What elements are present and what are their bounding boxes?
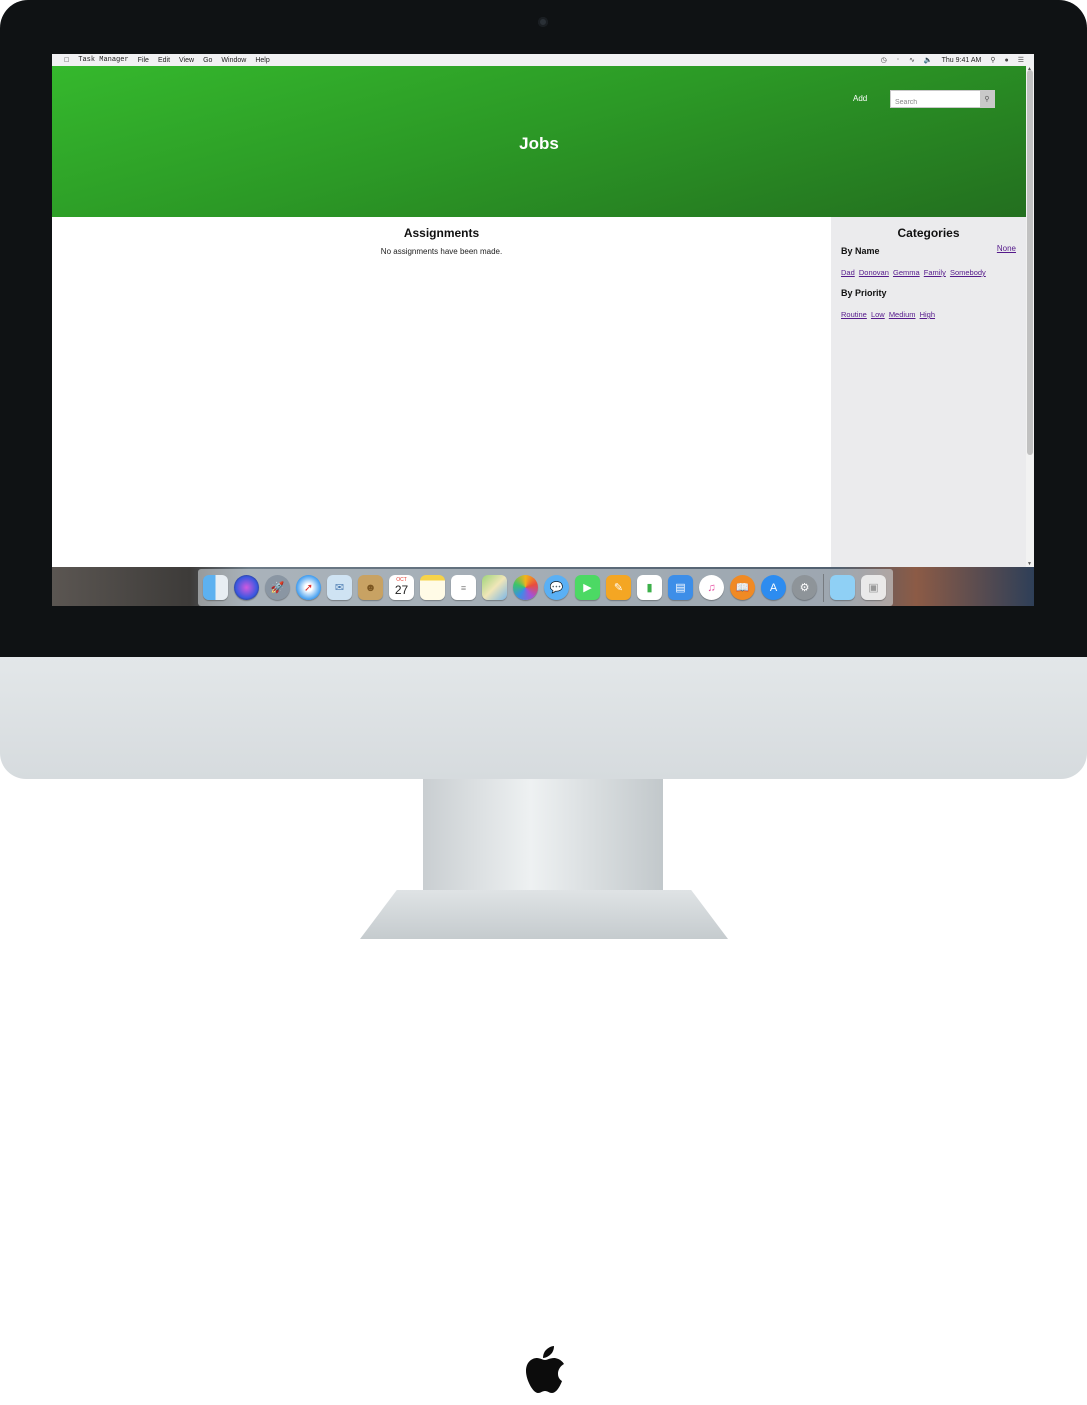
calendar-icon[interactable]: OCT 27 <box>389 575 414 600</box>
siri-menu-icon[interactable]: ● <box>1004 57 1008 64</box>
none-filter-link[interactable]: None <box>997 244 1016 253</box>
imac-stand-foot <box>360 890 728 939</box>
notes-icon[interactable] <box>420 575 445 600</box>
safari-icon[interactable]: ➚ <box>296 575 321 600</box>
screen:  Task Manager File Edit View Go Window … <box>52 54 1034 606</box>
assignments-panel: Assignments No assignments have been mad… <box>52 217 831 567</box>
menu-file[interactable]: File <box>138 57 149 64</box>
search-input[interactable] <box>891 94 981 111</box>
menu-go[interactable]: Go <box>203 57 212 64</box>
keynote-icon[interactable]: ▤ <box>668 575 693 600</box>
imac-chin <box>0 657 1087 1393</box>
empty-message: No assignments have been made. <box>380 247 503 256</box>
page-header: Add ⚲ Jobs <box>52 66 1026 217</box>
name-link-somebody[interactable]: Somebody <box>950 268 986 277</box>
facetime-icon[interactable]: ▶ <box>575 575 600 600</box>
menu-edit[interactable]: Edit <box>158 57 170 64</box>
search-box: ⚲ <box>890 90 995 111</box>
categories-sidebar: Categories None By Name Dad Donovan Gemm… <box>831 217 1026 567</box>
bluetooth-icon[interactable]: ᛫ <box>896 57 900 64</box>
contacts-icon[interactable]: ☻ <box>358 575 383 600</box>
app-store-icon[interactable]: A <box>761 575 786 600</box>
menu-help[interactable]: Help <box>255 57 269 64</box>
name-filter-links: Dad Donovan Gemma Family Somebody <box>841 268 988 277</box>
name-link-dad[interactable]: Dad <box>841 268 855 277</box>
by-name-heading: By Name <box>841 246 880 256</box>
dock-separator <box>823 573 824 602</box>
calendar-day: 27 <box>394 583 409 597</box>
pages-icon[interactable]: ✎ <box>606 575 631 600</box>
priority-filter-links: Routine Low Medium High <box>841 310 937 319</box>
siri-icon[interactable] <box>234 575 259 600</box>
search-icon: ⚲ <box>984 96 990 103</box>
imac-stand <box>423 779 663 899</box>
finder-icon[interactable] <box>203 575 228 600</box>
apple-logo-icon <box>526 1346 564 1393</box>
menu-view[interactable]: View <box>179 57 194 64</box>
messages-icon[interactable]: 💬 <box>544 575 569 600</box>
page-scrollbar[interactable]: ▲ ▼ <box>1026 66 1034 567</box>
add-link[interactable]: Add <box>853 94 867 103</box>
wifi-icon[interactable]: ∿ <box>909 56 915 64</box>
ibooks-icon[interactable]: 📖 <box>730 575 755 600</box>
priority-link-low[interactable]: Low <box>871 310 885 319</box>
page-title: Jobs <box>519 134 559 153</box>
by-priority-heading: By Priority <box>841 288 887 298</box>
maps-icon[interactable] <box>482 575 507 600</box>
itunes-icon[interactable]: ♫ <box>699 575 724 600</box>
name-link-gemma[interactable]: Gemma <box>893 268 920 277</box>
assignments-heading: Assignments <box>403 226 480 240</box>
photos-icon[interactable] <box>513 575 538 600</box>
mail-icon[interactable]: ✉ <box>327 575 352 600</box>
name-link-donovan[interactable]: Donovan <box>859 268 889 277</box>
search-button[interactable]: ⚲ <box>980 91 994 107</box>
launchpad-icon[interactable]: 🚀 <box>265 575 290 600</box>
camera-icon <box>538 17 548 27</box>
notification-center-icon[interactable]: ☰ <box>1018 56 1024 64</box>
trash-icon[interactable]: ▣ <box>861 575 886 600</box>
categories-heading: Categories <box>897 226 960 240</box>
apple-menu-icon[interactable]:  <box>64 57 69 64</box>
system-preferences-icon[interactable]: ⚙ <box>792 575 817 600</box>
priority-link-high[interactable]: High <box>920 310 935 319</box>
scroll-thumb[interactable] <box>1027 70 1033 455</box>
reminders-icon[interactable]: ≡ <box>451 575 476 600</box>
menu-clock[interactable]: Thu 9:41 AM <box>942 57 982 64</box>
volume-icon[interactable]: 🔈 <box>924 56 933 64</box>
numbers-icon[interactable]: ▮ <box>637 575 662 600</box>
priority-link-routine[interactable]: Routine <box>841 310 867 319</box>
menu-window[interactable]: Window <box>221 57 246 64</box>
dock: 🚀 ➚ ✉ ☻ OCT 27 ≡ 💬 ▶ ✎ ▮ ▤ ♫ 📖 A ⚙ ▣ <box>198 569 893 606</box>
time-machine-icon[interactable]: ◷ <box>881 56 887 64</box>
priority-link-medium[interactable]: Medium <box>889 310 916 319</box>
downloads-folder-icon[interactable] <box>830 575 855 600</box>
name-link-family[interactable]: Family <box>924 268 946 277</box>
menu-app-name[interactable]: Task Manager <box>78 56 128 64</box>
spotlight-icon[interactable]: ⚲ <box>990 56 995 64</box>
